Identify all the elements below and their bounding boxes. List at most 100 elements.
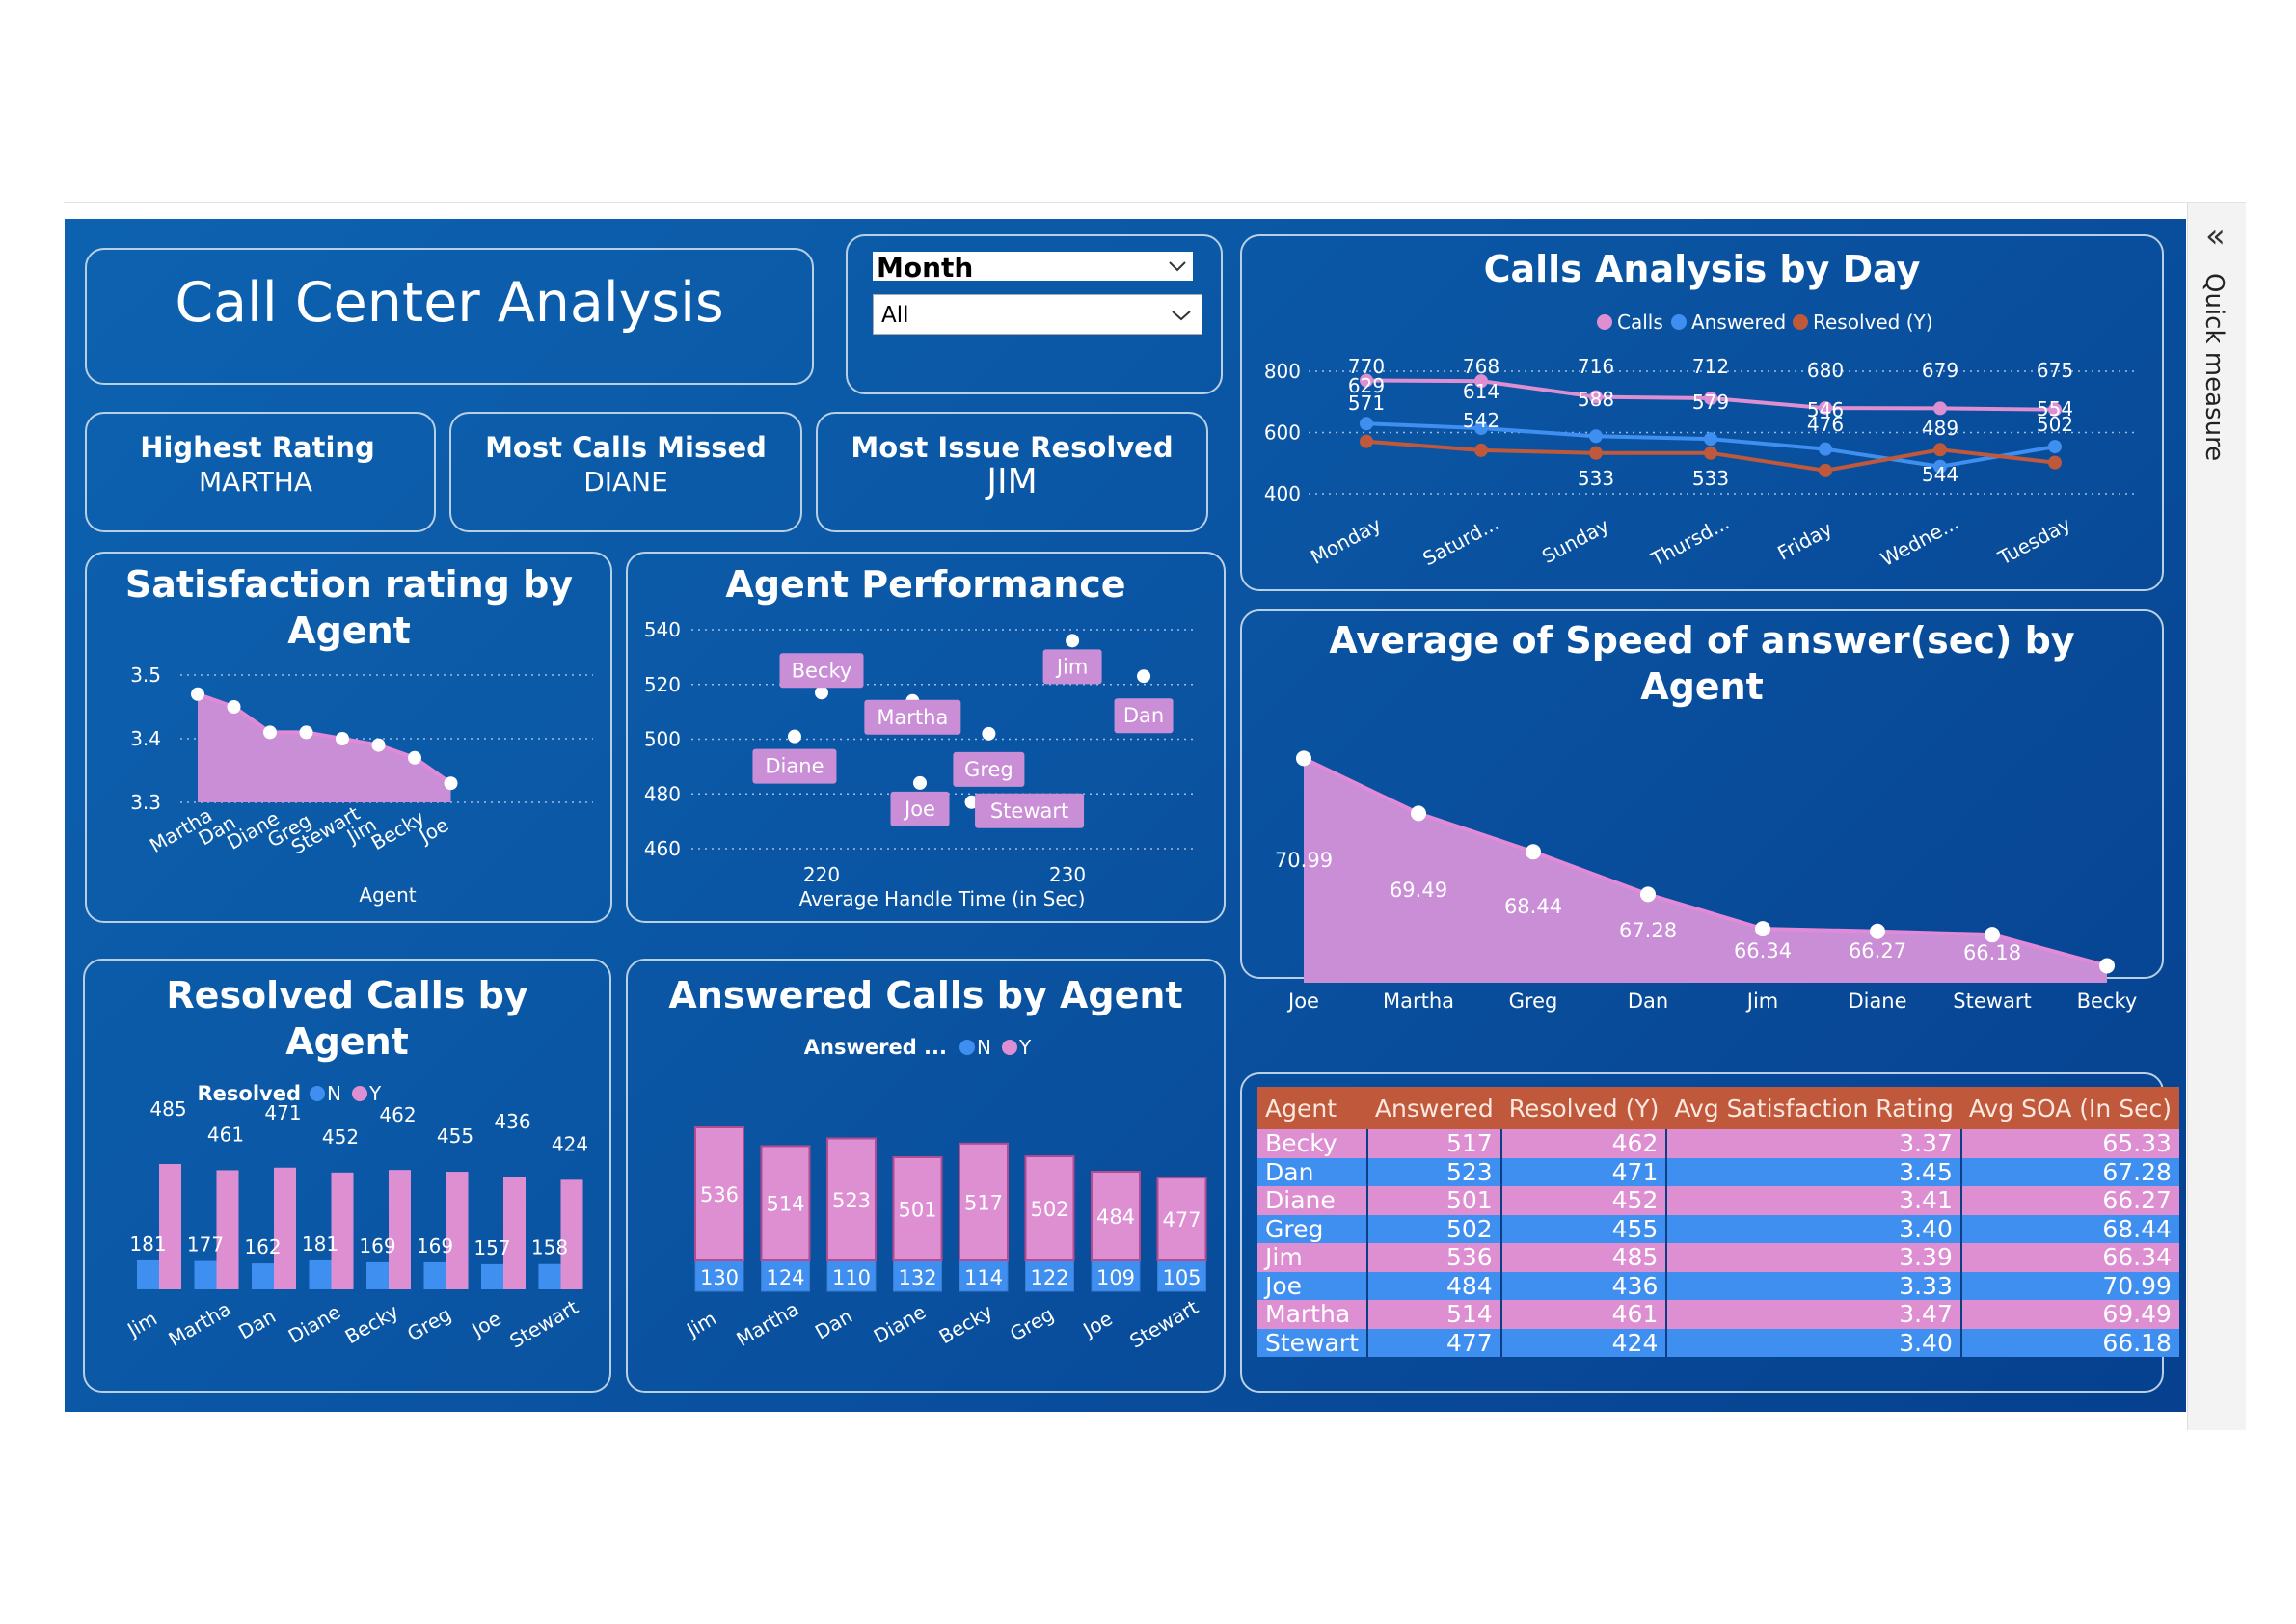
data-label: 523 — [832, 1189, 871, 1212]
bar-n — [194, 1260, 217, 1289]
data-point — [1755, 921, 1770, 937]
data-label: 679 — [1922, 359, 1958, 382]
data-label: 471 — [264, 1101, 301, 1124]
data-label: 132 — [898, 1266, 936, 1289]
data-label: 675 — [2037, 359, 2073, 382]
point-label: Becky — [792, 659, 852, 682]
x-tick-label: Jim — [1745, 989, 1778, 1013]
table-cell: 3.37 — [1665, 1129, 1961, 1158]
chart-title: Agent — [1640, 665, 1764, 708]
table-cell: Martha — [1257, 1300, 1367, 1329]
data-point — [371, 738, 386, 752]
data-point — [1870, 923, 1885, 939]
data-label: 501 — [898, 1198, 936, 1221]
y-tick-label: 3.5 — [130, 663, 161, 687]
y-tick-label: 400 — [1264, 482, 1301, 505]
table-cell: 523 — [1365, 1157, 1501, 1186]
chart-title: Agent — [287, 609, 411, 652]
data-point — [1933, 401, 1947, 416]
data-label: 68.44 — [1504, 895, 1562, 918]
scatter-point — [787, 729, 801, 744]
bar-n — [309, 1259, 332, 1289]
x-tick-label: Diane — [1848, 989, 1906, 1013]
x-tick-label: Dan — [234, 1304, 280, 1343]
data-label: 485 — [149, 1097, 186, 1121]
table-row: Diane 501 452 3.41 66.27 — [1257, 1186, 2179, 1215]
table-row: Becky 517 462 3.37 65.33 — [1257, 1129, 2179, 1158]
x-tick-label: Saturd... — [1419, 511, 1502, 570]
data-label: 502 — [1030, 1198, 1068, 1221]
table-cell: 66.18 — [1959, 1328, 2179, 1357]
x-tick-label: Diane — [284, 1300, 344, 1348]
table-cell: Diane — [1257, 1186, 1367, 1215]
table-cell: 502 — [1365, 1214, 1501, 1243]
double-chevron-left-icon[interactable]: « — [2205, 217, 2226, 256]
point-label: Greg — [964, 758, 1013, 781]
table-header-cell[interactable]: Agent — [1257, 1087, 1367, 1129]
chart-title: Answered Calls by Agent — [668, 974, 1182, 1016]
agent-summary-table: Agent Answered Resolved (Y) Avg Satisfactio… — [1257, 1087, 2179, 1357]
bar-y — [331, 1172, 354, 1289]
table-cell: 3.33 — [1665, 1271, 1961, 1300]
data-label: 181 — [302, 1232, 338, 1256]
data-label: 177 — [187, 1233, 224, 1257]
data-point — [227, 700, 241, 714]
table-cell: 501 — [1365, 1186, 1501, 1215]
data-label: 66.27 — [1849, 939, 1906, 962]
data-label: 66.34 — [1734, 939, 1792, 962]
table-cell: 65.33 — [1959, 1129, 2179, 1158]
chart-title: Agent Performance — [725, 563, 1125, 606]
table-header-cell[interactable]: Avg SOA (In Sec) — [1960, 1087, 2179, 1129]
y-tick-label: 3.4 — [130, 727, 161, 750]
data-label: 158 — [531, 1236, 568, 1259]
table-cell: 68.44 — [1959, 1214, 2179, 1243]
data-label: 455 — [437, 1124, 473, 1148]
table-cell: 3.40 — [1665, 1328, 1961, 1357]
report-canvas: Call Center Analysis Month All Highest R… — [65, 219, 2186, 1412]
point-label: Dan — [1123, 704, 1164, 727]
data-label: 536 — [700, 1183, 739, 1206]
data-label: 680 — [1807, 359, 1844, 382]
table-cell: Stewart — [1257, 1328, 1367, 1357]
x-tick-label: Stewart — [505, 1295, 581, 1353]
table-cell: 67.28 — [1959, 1157, 2179, 1186]
data-point — [408, 750, 421, 765]
x-tick-label: Martha — [164, 1297, 234, 1351]
table-cell: 514 — [1365, 1300, 1501, 1329]
data-point — [263, 725, 277, 740]
table-header-cell[interactable]: Answered — [1366, 1087, 1501, 1129]
y-tick-label: 500 — [644, 728, 681, 751]
legend-label: Y — [1018, 1036, 1032, 1059]
legend-marker — [1597, 314, 1612, 330]
table-cell: 484 — [1365, 1271, 1501, 1300]
table-header-cell[interactable]: Avg Satisfaction Rating — [1666, 1087, 1961, 1129]
data-point — [2099, 958, 2115, 974]
quick-measure-pane[interactable]: « Quick measure — [2187, 203, 2246, 1430]
data-point — [1589, 446, 1603, 460]
data-label: 169 — [359, 1234, 395, 1258]
data-label: 70.99 — [1275, 849, 1333, 872]
data-label: 69.49 — [1390, 879, 1447, 902]
table-cell: 471 — [1499, 1157, 1667, 1186]
x-tick-label: Jim — [681, 1307, 720, 1342]
data-label: 768 — [1463, 355, 1499, 378]
data-label: 614 — [1463, 380, 1499, 403]
data-point — [1589, 429, 1603, 444]
data-point — [444, 776, 458, 791]
table-cell: 66.27 — [1959, 1186, 2179, 1215]
x-tick-label: Diane — [870, 1300, 930, 1348]
data-label: 517 — [964, 1191, 1003, 1214]
data-label: 110 — [832, 1266, 871, 1289]
data-point — [1411, 805, 1426, 822]
x-tick-label: Stewart — [1125, 1295, 1202, 1353]
table-header-cell[interactable]: Resolved (Y) — [1500, 1087, 1667, 1129]
bar-n — [423, 1261, 446, 1289]
table-cell: 485 — [1499, 1243, 1667, 1272]
legend-label: N — [327, 1082, 341, 1105]
table-cell: Becky — [1257, 1129, 1367, 1158]
y-tick-label: 520 — [644, 673, 681, 696]
scatter-point — [1066, 634, 1080, 648]
table-cell: Jim — [1257, 1243, 1367, 1272]
data-point — [1704, 446, 1717, 460]
x-tick-label: Joe — [467, 1307, 505, 1342]
